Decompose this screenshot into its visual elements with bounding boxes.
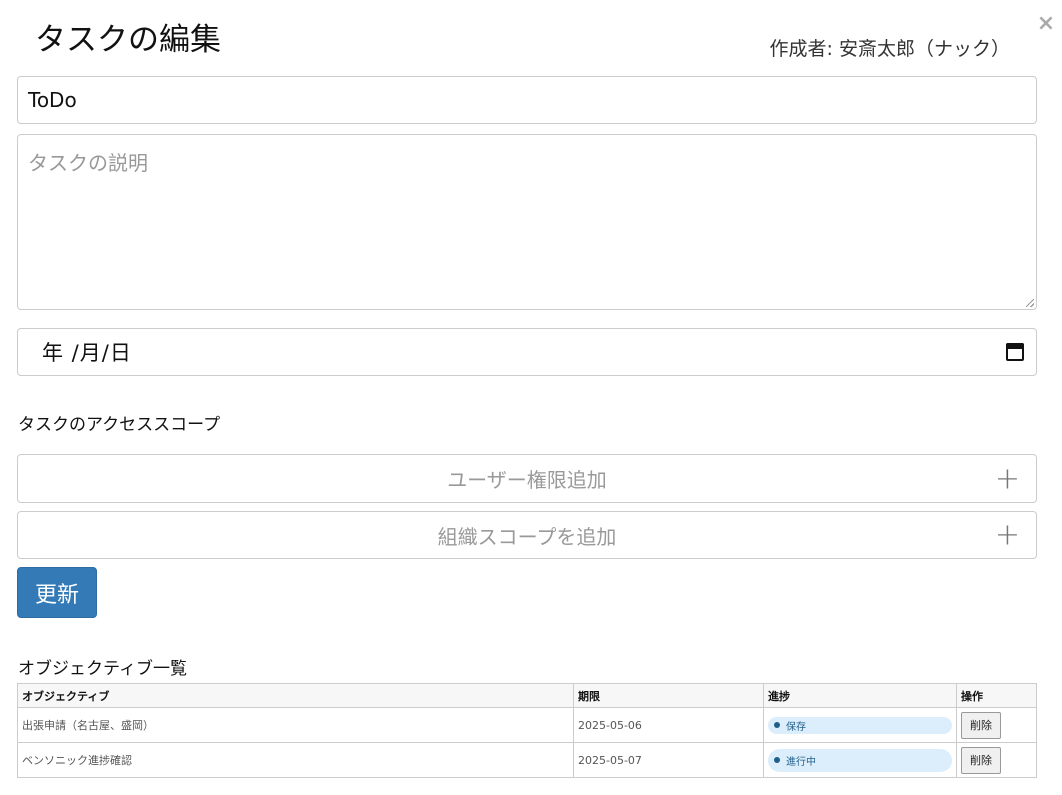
table-row: ベンソニック進捗確認 2025-05-07 進行中 削除 [17,742,1037,778]
table-row: 出張申請（名古屋、盛岡） 2025-05-06 保存 削除 [17,707,1037,743]
plus-icon: + [994,517,1020,553]
task-title-input[interactable]: ToDo [17,76,1037,124]
objectives-table: オブジェクティブ 期限 進捗 操作 出張申請（名古屋、盛岡） 2025-05-0… [17,683,1037,778]
status-badge: 進行中 [768,748,952,772]
resize-grip-icon[interactable] [1026,299,1034,307]
table-header-row: オブジェクティブ 期限 進捗 操作 [17,683,1037,708]
calendar-icon[interactable] [1006,343,1024,361]
objective-name: ベンソニック進捗確認 [17,742,574,778]
plus-icon: + [994,461,1020,496]
status-dot-icon [774,757,780,763]
description-placeholder: タスクの説明 [28,151,148,175]
add-org-scope-button[interactable]: 組織スコープを追加 + [17,511,1037,559]
status-dot-icon [774,722,780,728]
objective-progress-cell: 保存 [763,707,957,743]
delete-button[interactable]: 削除 [961,711,1001,739]
objective-due: 2025-05-06 [573,707,764,743]
delete-button[interactable]: 削除 [961,746,1001,774]
add-org-scope-label: 組織スコープを追加 [437,524,617,549]
status-badge: 保存 [768,716,952,734]
objectives-label: オブジェクティブ一覧 [18,659,187,679]
update-button[interactable]: 更新 [17,567,97,618]
objective-progress-cell: 進行中 [763,742,957,778]
author-info: 作成者: 安斎太郎（ナック） [769,38,1010,60]
objective-actions-cell: 削除 [956,707,1037,743]
add-user-permission-button[interactable]: ユーザー権限追加 + [17,454,1037,503]
date-placeholder: 年 /月/日 [42,341,132,365]
objective-name: 出張申請（名古屋、盛岡） [17,707,574,743]
modal-title: タスクの編集 [35,22,221,58]
task-description-textarea[interactable]: タスクの説明 [17,134,1037,310]
header-objective: オブジェクティブ [17,683,574,708]
header-due: 期限 [573,683,764,708]
status-text: 進行中 [786,756,816,768]
close-icon[interactable]: × [1036,12,1056,36]
objective-due: 2025-05-07 [573,742,764,778]
add-user-permission-label: ユーザー権限追加 [447,468,607,492]
status-text: 保存 [786,721,806,733]
access-scope-label: タスクのアクセススコープ [18,415,221,435]
objective-actions-cell: 削除 [956,742,1037,778]
header-progress: 進捗 [763,683,957,708]
due-date-input[interactable]: 年 /月/日 [17,328,1037,376]
header-actions: 操作 [956,683,1037,708]
